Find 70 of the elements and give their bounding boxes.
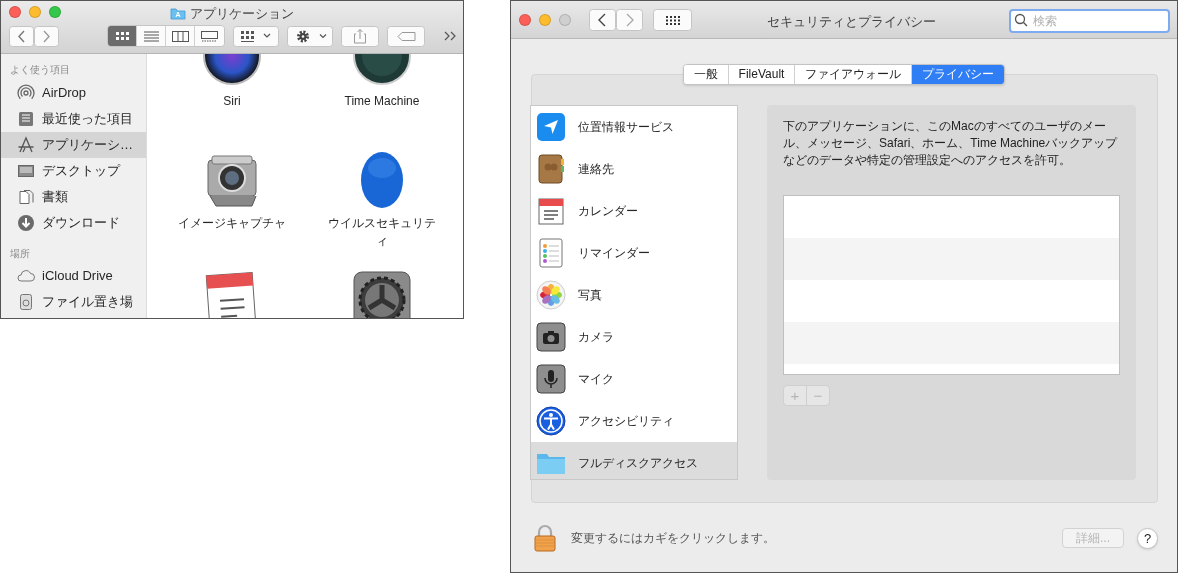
category-item[interactable]: 写真	[531, 274, 737, 316]
minimize-button[interactable]	[29, 6, 41, 18]
category-item[interactable]: 位置情報サービス	[531, 106, 737, 148]
window-title: セキュリティとプライバシー	[767, 13, 936, 31]
sidebar-item[interactable]: 書類	[1, 184, 146, 210]
cloud-icon	[17, 267, 35, 285]
sidebar-item[interactable]: デスクトップ	[1, 158, 146, 184]
category-item[interactable]: カレンダー	[531, 190, 737, 232]
app-store-a-icon	[17, 136, 35, 154]
category-item[interactable]: アクセシビリティ	[531, 400, 737, 442]
forward-button[interactable]	[616, 8, 643, 31]
share-button[interactable]	[341, 25, 379, 47]
document-icon	[17, 188, 35, 206]
tab[interactable]: 一般	[683, 65, 728, 84]
gear-icon[interactable]	[352, 270, 412, 318]
tab[interactable]: FileVault	[727, 65, 795, 84]
sidebar-heading: 場所	[9, 247, 31, 261]
app-label[interactable]: イメージキャプチャ	[176, 214, 288, 232]
sidebar-item[interactable]: アプリケーシ…	[1, 132, 146, 158]
show-all-button[interactable]	[653, 8, 692, 31]
category-item[interactable]: 連絡先	[531, 148, 737, 190]
close-button[interactable]	[9, 6, 21, 18]
airdrop-icon	[17, 84, 35, 102]
back-button[interactable]	[589, 8, 616, 31]
arrange-button[interactable]	[233, 25, 279, 47]
sidebar-item[interactable]: 最近使った項目	[1, 106, 146, 132]
download-icon	[17, 214, 35, 232]
category-item[interactable]: リマインダー	[531, 232, 737, 274]
desktop-icon	[17, 162, 35, 180]
minimize-button[interactable]	[539, 13, 551, 26]
drive-icon	[17, 293, 35, 311]
forward-button[interactable]	[34, 25, 59, 47]
folder-icon	[170, 7, 186, 21]
icon-view-button[interactable]	[108, 26, 137, 46]
padlock-icon[interactable]	[534, 524, 556, 552]
help-button[interactable]: ?	[1137, 527, 1158, 549]
column-view-button[interactable]	[166, 26, 195, 46]
checklist-icon	[536, 238, 566, 268]
sidebar-item[interactable]: ファイル置き場	[1, 289, 146, 315]
category-item[interactable]: フルディスクアクセス	[531, 442, 737, 479]
search-icon	[1014, 13, 1028, 27]
search-field[interactable]: 検索	[1009, 9, 1170, 33]
book-icon	[536, 154, 566, 184]
settings-button[interactable]	[287, 25, 333, 47]
sidebar-item[interactable]: AirDrop	[1, 80, 146, 106]
camera-icon	[536, 322, 566, 352]
zoom-button[interactable]	[49, 6, 61, 18]
lock-message: 変更するにはカギをクリックします。	[571, 530, 775, 547]
category-item[interactable]: カメラ	[531, 316, 737, 358]
window-title: アプリケーション	[190, 5, 294, 23]
overflow-chevron-icon[interactable]	[443, 30, 457, 42]
description-text: 下のアプリケーションに、このMacのすべてのユーザのメール、メッセージ、Safari、ホーム、Time Machineバックアップなどのデータや特定の管理設定へのアクセスを許可。	[783, 118, 1119, 169]
accessibility-icon	[536, 406, 566, 436]
sidebar-heading: よく使う項目	[9, 63, 71, 77]
calendar-icon	[536, 196, 566, 226]
category-item[interactable]: マイク	[531, 358, 737, 400]
microphone-icon	[536, 364, 566, 394]
tag-button[interactable]	[387, 25, 425, 47]
app-label[interactable]: Time Machine	[326, 92, 438, 110]
sidebar-item[interactable]: ダウンロード	[1, 210, 146, 236]
tab[interactable]: ファイアウォール	[794, 65, 912, 84]
app-label[interactable]: Siri	[176, 92, 288, 110]
app-label[interactable]: ウイルスセキュリティ	[326, 214, 438, 250]
gallery-view-button[interactable]	[195, 26, 224, 46]
tray-icon	[17, 110, 35, 128]
sidebar-item[interactable]: iCloud Drive	[1, 263, 146, 289]
flower-icon	[536, 280, 566, 310]
close-button[interactable]	[519, 13, 531, 26]
back-button[interactable]	[9, 25, 34, 47]
tab[interactable]: プライバシー	[911, 65, 1005, 84]
